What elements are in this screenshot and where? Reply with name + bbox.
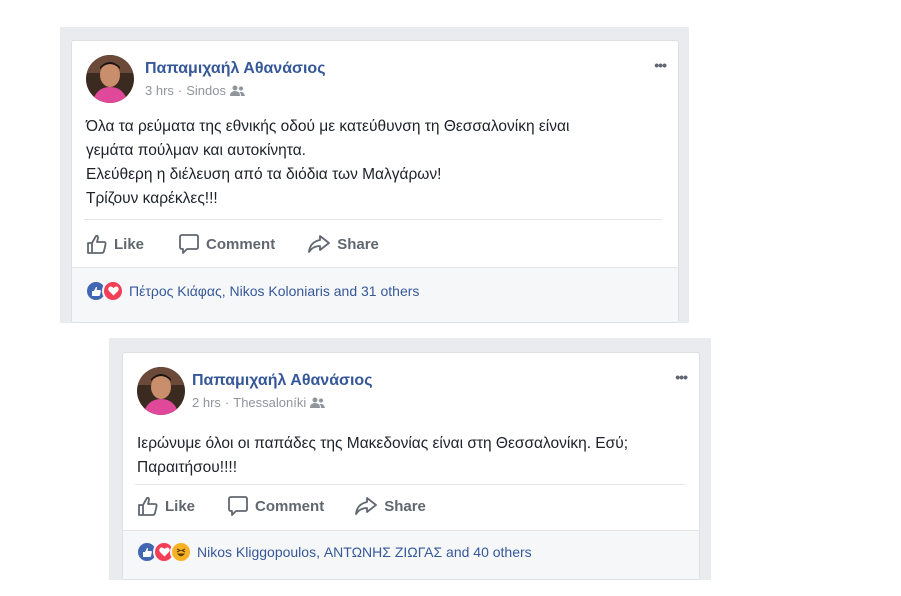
post-meta: 3 hrs · Sindos (145, 83, 245, 98)
post-timestamp[interactable]: 3 hrs (145, 83, 174, 98)
haha-reaction-icon[interactable] (170, 541, 192, 563)
love-reaction-icon[interactable] (102, 280, 124, 302)
author-avatar[interactable] (86, 55, 134, 103)
divider (135, 484, 685, 485)
more-options-icon[interactable]: ••• (675, 369, 688, 385)
reaction-names-link[interactable]: Nikos Kliggopoulos, ΑΝΤΩΝΗΣ ΖΙΩΓΑΣ and 4… (197, 544, 532, 560)
reactions-bar: Πέτρος Κιάφας, Nikos Koloniaris and 31 o… (72, 267, 678, 322)
post-text-line: Ιερώνυμε όλοι οι παπάδες της Μακεδονίας … (137, 435, 628, 452)
comment-icon (227, 495, 255, 517)
post-text-line: Όλα τα ρεύματα της εθνικής οδού με κατεύ… (86, 118, 570, 135)
post-location[interactable]: Thessaloníki (233, 395, 306, 410)
reactions-bar: Nikos Kliggopoulos, ΑΝΤΩΝΗΣ ΖΙΩΓΑΣ and 4… (123, 530, 699, 579)
post-text-line: Τρίζουν καρέκλες!!! (86, 190, 218, 207)
post-text: Όλα τα ρεύματα της εθνικής οδού με κατεύ… (86, 115, 666, 211)
post-text-line: Ελεύθερη η διέλευση από τα διόδια των Μα… (86, 166, 442, 183)
share-button[interactable]: Share (307, 233, 379, 255)
post-card: Παπαμιχαήλ Αθανάσιος 2 hrs · Thessaloník… (122, 352, 700, 580)
share-label: Share (384, 497, 426, 515)
post-card: Παπαμιχαήλ Αθανάσιος 3 hrs · Sindos ••• … (71, 40, 679, 323)
post-timestamp[interactable]: 2 hrs (192, 395, 221, 410)
share-button[interactable]: Share (354, 495, 426, 517)
divider (84, 219, 662, 220)
thumbs-up-icon (86, 233, 114, 255)
post-actions: Like Comment Share (137, 495, 426, 517)
author-name[interactable]: Παπαμιχαήλ Αθανάσιος (192, 372, 373, 390)
post-location[interactable]: Sindos (186, 83, 226, 98)
share-label: Share (337, 235, 379, 253)
comment-label: Comment (206, 235, 276, 253)
comment-button[interactable]: Comment (178, 233, 275, 255)
post-actions: Like Comment Share (86, 233, 379, 255)
post-text-line: γεμάτα πούλμαν και αυτοκίνητα. (86, 142, 306, 159)
comment-label: Comment (255, 497, 325, 515)
friends-audience-icon[interactable] (230, 85, 245, 97)
reaction-names-link[interactable]: Πέτρος Κιάφας, Nikos Koloniaris and 31 o… (129, 283, 419, 299)
share-arrow-icon (307, 233, 337, 255)
thumbs-up-icon (137, 495, 165, 517)
friends-audience-icon[interactable] (310, 397, 326, 409)
comment-button[interactable]: Comment (227, 495, 324, 517)
like-label: Like (114, 235, 145, 253)
reaction-summary: Πέτρος Κιάφας, Nikos Koloniaris and 31 o… (85, 280, 419, 302)
post-text: Ιερώνυμε όλοι οι παπάδες της Μακεδονίας … (137, 432, 687, 480)
like-label: Like (165, 497, 196, 515)
more-options-icon[interactable]: ••• (654, 57, 667, 73)
like-button[interactable]: Like (137, 495, 195, 517)
author-name[interactable]: Παπαμιχαήλ Αθανάσιος (145, 60, 326, 78)
post-text-line: Παραιτήσου!!!! (137, 459, 238, 476)
author-avatar[interactable] (137, 367, 185, 415)
reaction-summary: Nikos Kliggopoulos, ΑΝΤΩΝΗΣ ΖΙΩΓΑΣ and 4… (136, 541, 532, 563)
share-arrow-icon (354, 495, 384, 517)
like-button[interactable]: Like (86, 233, 144, 255)
post-meta: 2 hrs · Thessaloníki (192, 395, 326, 410)
comment-icon (178, 233, 206, 255)
